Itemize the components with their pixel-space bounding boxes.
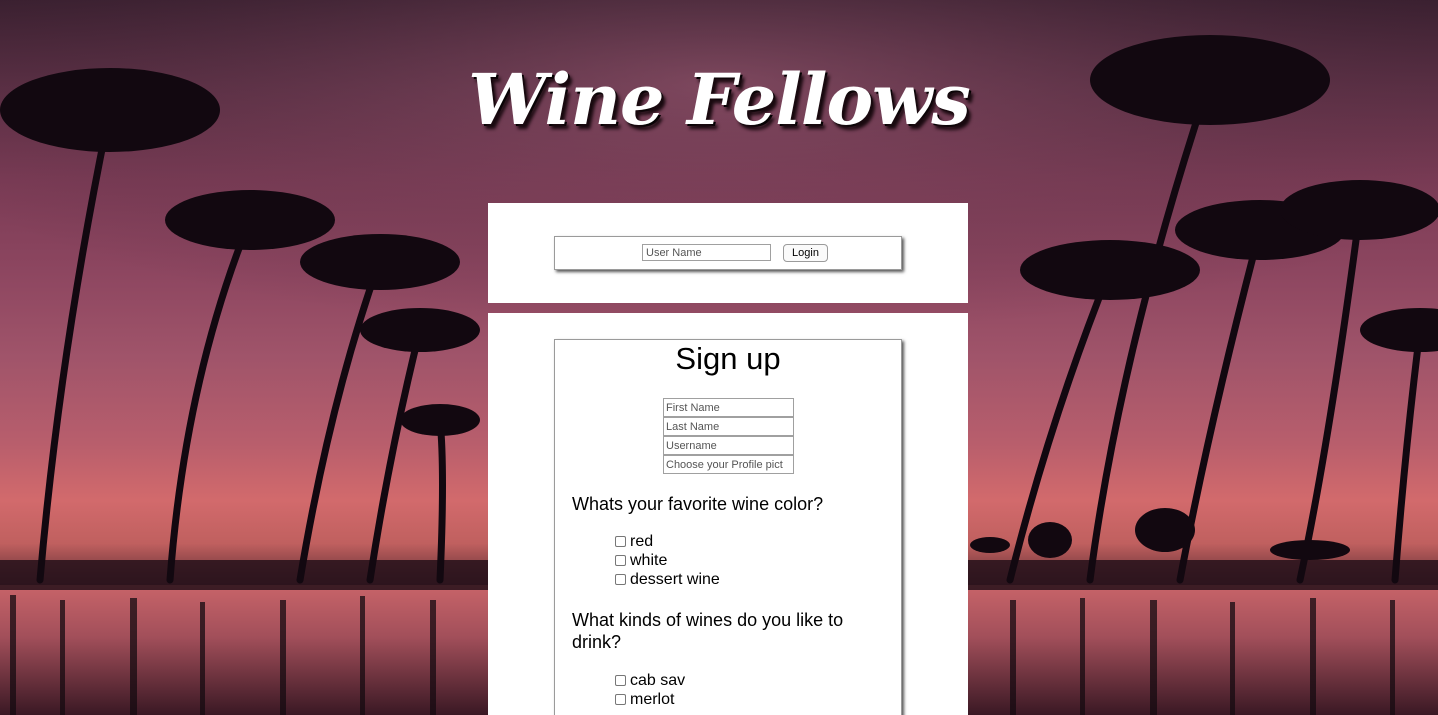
wine-kinds-question: What kinds of wines do you like to drink… (572, 610, 844, 652)
page-background: Wine Fellows Login Sign up Whats your fa… (0, 0, 1438, 715)
kind-option-merlot[interactable]: merlot (615, 690, 674, 709)
merlot-checkbox[interactable] (615, 694, 626, 705)
username-input[interactable] (663, 436, 794, 455)
option-label: merlot (630, 690, 675, 708)
first-name-input[interactable] (663, 398, 794, 417)
color-option-white[interactable]: white (615, 551, 667, 570)
color-option-dessert-wine[interactable]: dessert wine (615, 570, 720, 589)
login-form: Login (554, 236, 902, 270)
kind-option-cab-sav[interactable]: cab sav (615, 671, 685, 690)
signup-title: Sign up (675, 341, 781, 376)
option-label: white (630, 551, 668, 569)
white-checkbox[interactable] (615, 555, 626, 566)
red-checkbox[interactable] (615, 536, 626, 547)
option-label: dessert wine (630, 570, 720, 588)
option-label: red (630, 532, 654, 550)
login-panel: Login (488, 203, 968, 303)
last-name-input[interactable] (663, 417, 794, 436)
login-button[interactable]: Login (783, 244, 828, 262)
option-label: cab sav (630, 671, 686, 689)
signup-panel: Sign up Whats your favorite wine color? … (488, 313, 968, 715)
dessert-wine-checkbox[interactable] (615, 574, 626, 585)
wine-color-question: Whats your favorite wine color? (572, 494, 824, 514)
cab-sav-checkbox[interactable] (615, 675, 626, 686)
color-option-red[interactable]: red (615, 532, 653, 551)
profile-picture-input[interactable] (663, 455, 794, 474)
brand-title: Wine Fellows (468, 58, 971, 141)
signup-form: Sign up Whats your favorite wine color? … (554, 339, 902, 715)
login-username-input[interactable] (642, 244, 771, 261)
